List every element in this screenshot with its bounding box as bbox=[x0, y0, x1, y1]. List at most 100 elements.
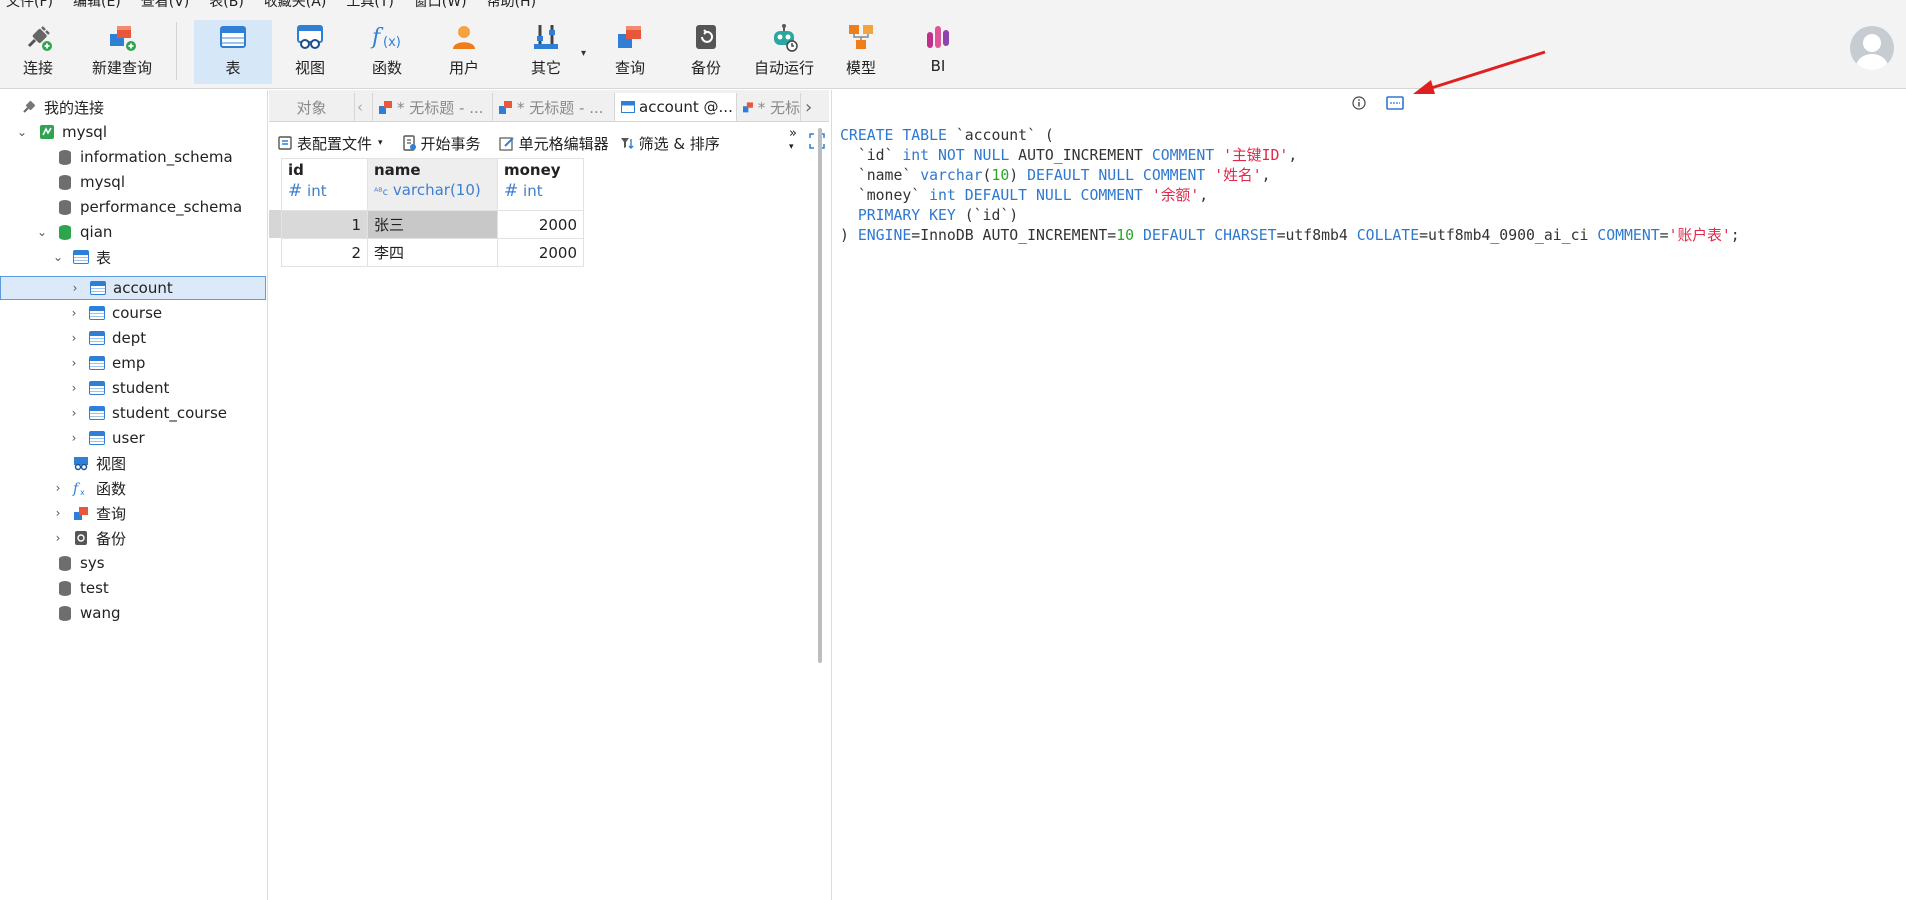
menu-edit[interactable]: 编辑(E) bbox=[73, 0, 121, 12]
tab-account[interactable]: account @... bbox=[615, 93, 737, 121]
chevron-down-icon[interactable]: ⌄ bbox=[16, 125, 28, 139]
tab-objects[interactable]: 对象 bbox=[269, 93, 355, 121]
chevron-right-icon[interactable]: › bbox=[68, 381, 80, 395]
database-icon bbox=[56, 148, 74, 166]
chevron-right-icon[interactable]: › bbox=[52, 506, 64, 520]
connect-button[interactable]: 连接 bbox=[14, 20, 62, 84]
tree-views[interactable]: 视图 bbox=[0, 451, 268, 475]
tree-db-wang[interactable]: wang bbox=[0, 601, 268, 625]
column-header-name[interactable]: name ᴬᴮc varchar(10) bbox=[367, 158, 498, 211]
automation-button[interactable]: 自动运行 bbox=[752, 20, 816, 84]
tab-scroll-right-icon[interactable]: › bbox=[801, 93, 821, 121]
chevron-right-icon[interactable]: › bbox=[52, 481, 64, 495]
table-icon bbox=[72, 248, 90, 266]
ddl-panel: CREATE TABLE `account` ( `id` int NOT NU… bbox=[832, 90, 1906, 900]
ddl-code[interactable]: CREATE TABLE `account` ( `id` int NOT NU… bbox=[840, 126, 1740, 246]
info-icon[interactable] bbox=[1352, 96, 1366, 114]
chevron-right-icon[interactable]: › bbox=[69, 281, 81, 295]
query-button[interactable]: 查询 bbox=[610, 20, 650, 84]
tree-db-performance-schema[interactable]: performance_schema bbox=[0, 195, 268, 219]
transaction-icon bbox=[402, 135, 416, 151]
chevron-right-icon[interactable]: › bbox=[52, 531, 64, 545]
menu-file[interactable]: 文件(F) bbox=[6, 0, 53, 12]
tree-table-student[interactable]: › student bbox=[0, 376, 268, 400]
table-profile-button[interactable]: 表配置文件 ▾ bbox=[277, 133, 383, 154]
other-button[interactable]: 其它 bbox=[526, 20, 566, 84]
backup-button[interactable]: 备份 bbox=[686, 20, 726, 84]
avatar[interactable] bbox=[1850, 26, 1894, 70]
filter-sort-button[interactable]: 筛选 & 排序 bbox=[619, 133, 720, 154]
menu-tools[interactable]: 工具(T) bbox=[346, 0, 393, 12]
column-header-id[interactable]: id # int bbox=[281, 158, 368, 211]
tree-backups[interactable]: › 备份 bbox=[0, 526, 268, 550]
tree-functions[interactable]: › fx 函数 bbox=[0, 476, 268, 500]
tree-db-sys[interactable]: sys bbox=[0, 551, 268, 575]
query-icon bbox=[613, 20, 647, 54]
chevron-right-icon[interactable]: › bbox=[68, 406, 80, 420]
row-selector[interactable] bbox=[269, 210, 281, 238]
tree-table-course[interactable]: › course bbox=[0, 301, 268, 325]
tree-table-dept[interactable]: › dept bbox=[0, 326, 268, 350]
tree-table-student-course[interactable]: › student_course bbox=[0, 401, 268, 425]
view-button[interactable]: 视图 bbox=[290, 20, 330, 84]
new-query-icon bbox=[105, 20, 139, 54]
menu-help[interactable]: 帮助(H) bbox=[487, 0, 536, 12]
database-icon bbox=[56, 604, 74, 622]
table-row[interactable]: 1 张三 2000 bbox=[281, 210, 584, 239]
tab-untitled-2[interactable]: * 无标题 - ... bbox=[493, 93, 615, 121]
cell-name[interactable]: 李四 bbox=[367, 238, 498, 267]
tree-db-mysql[interactable]: mysql bbox=[0, 170, 268, 194]
tab-scroll-left-icon[interactable]: ‹ bbox=[355, 93, 373, 121]
database-icon bbox=[56, 198, 74, 216]
cell-id[interactable]: 1 bbox=[281, 210, 368, 239]
function-button[interactable]: f (x) 函数 bbox=[367, 20, 407, 84]
table-icon bbox=[216, 20, 250, 54]
cell-money[interactable]: 2000 bbox=[497, 210, 584, 239]
fullscreen-icon[interactable] bbox=[809, 133, 825, 153]
table-row[interactable]: 2 李四 2000 bbox=[281, 238, 584, 267]
tab-untitled-3[interactable]: * 无标 bbox=[737, 93, 801, 121]
menu-favorites[interactable]: 收藏夹(A) bbox=[264, 0, 327, 12]
menu-view[interactable]: 查看(V) bbox=[141, 0, 190, 12]
menu-table[interactable]: 表(B) bbox=[209, 0, 244, 12]
cell-money[interactable]: 2000 bbox=[497, 238, 584, 267]
tree-table-emp[interactable]: › emp bbox=[0, 351, 268, 375]
chevron-right-icon[interactable]: › bbox=[68, 331, 80, 345]
vertical-scrollbar[interactable] bbox=[818, 128, 822, 663]
cell-name[interactable]: 张三 bbox=[367, 210, 498, 239]
table-button[interactable]: 表 bbox=[194, 20, 272, 84]
chevron-right-icon[interactable]: › bbox=[68, 356, 80, 370]
bi-button[interactable]: BI bbox=[918, 20, 958, 84]
database-icon bbox=[56, 579, 74, 597]
chevron-down-icon[interactable]: ⌄ bbox=[52, 250, 64, 264]
menu-window[interactable]: 窗口(W) bbox=[414, 0, 467, 12]
more-tools-icon[interactable]: » ▾ bbox=[789, 127, 797, 153]
new-query-button[interactable]: 新建查询 bbox=[82, 20, 162, 84]
cell-id[interactable]: 2 bbox=[281, 238, 368, 267]
tree-table-account[interactable]: › account bbox=[0, 276, 266, 300]
tree-db-qian[interactable]: ⌄ qian bbox=[0, 220, 268, 244]
tree-my-connections[interactable]: 我的连接 bbox=[0, 95, 268, 119]
tree-table-user[interactable]: › user bbox=[0, 426, 268, 450]
main-toolbar: 连接 新建查询 表 视图 f (x) 函数 用户 其它 ▾ 查询 备份 自动运行… bbox=[0, 12, 1906, 89]
tree-tables-group[interactable]: ⌄ 表 bbox=[0, 245, 268, 269]
tab-untitled-1[interactable]: * 无标题 - ... bbox=[373, 93, 493, 121]
chevron-right-icon[interactable]: › bbox=[68, 306, 80, 320]
tree-queries[interactable]: › 查询 bbox=[0, 501, 268, 525]
other-dropdown-arrow-icon[interactable]: ▾ bbox=[581, 48, 586, 59]
table-icon bbox=[88, 304, 106, 322]
tree-db-information-schema[interactable]: information_schema bbox=[0, 145, 268, 169]
chevron-right-icon[interactable]: › bbox=[68, 431, 80, 445]
user-button[interactable]: 用户 bbox=[444, 20, 484, 84]
tree-db-test[interactable]: test bbox=[0, 576, 268, 600]
column-header-money[interactable]: money # int bbox=[497, 158, 584, 211]
chevron-down-icon[interactable]: ⌄ bbox=[36, 225, 48, 239]
ddl-icon[interactable] bbox=[1386, 96, 1404, 114]
tree-connection-mysql[interactable]: ⌄ mysql bbox=[0, 120, 268, 144]
model-button[interactable]: 模型 bbox=[841, 20, 881, 84]
cell-editor-button[interactable]: 单元格编辑器 bbox=[498, 133, 609, 154]
begin-transaction-button[interactable]: 开始事务 bbox=[401, 133, 481, 154]
mysql-connection-icon bbox=[38, 123, 56, 141]
svg-text:f: f bbox=[370, 25, 384, 50]
svg-text:x: x bbox=[80, 488, 85, 496]
